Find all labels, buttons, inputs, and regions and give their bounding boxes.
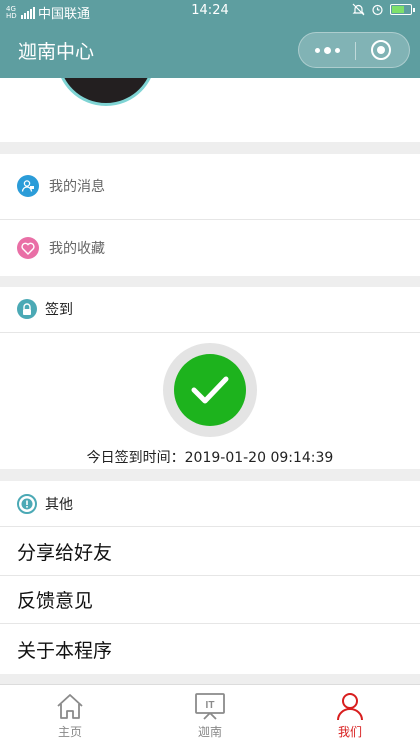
- link-share-label: 分享给好友: [17, 541, 113, 564]
- more-menu-button[interactable]: [299, 33, 355, 67]
- alarm-clock-icon: [372, 4, 383, 16]
- menu-item-favorites-label: 我的收藏: [49, 241, 105, 257]
- other-header: 其他: [0, 481, 420, 526]
- link-feedback-label: 反馈意见: [17, 590, 94, 612]
- mini-program-capsule: [298, 32, 410, 68]
- other-section: 其他 分享给好友 反馈意见 关于本程序: [0, 481, 420, 674]
- menu-item-favorites[interactable]: 我的收藏: [0, 220, 420, 276]
- heart-icon: [17, 237, 39, 259]
- tab-bar: 主页 IT 迦南 我们: [0, 684, 420, 747]
- mute-bell-icon: [352, 3, 365, 16]
- checkin-button-ring: [163, 343, 257, 437]
- link-feedback[interactable]: 反馈意见: [0, 576, 420, 623]
- close-mini-program-button[interactable]: [371, 40, 391, 60]
- lock-icon: [17, 299, 37, 319]
- navigation-bar: 迦南中心: [0, 22, 420, 78]
- link-share[interactable]: 分享给好友: [0, 527, 420, 575]
- link-about[interactable]: 关于本程序: [0, 624, 420, 674]
- menu-item-messages[interactable]: 我的消息: [0, 154, 420, 218]
- tab-home-label: 主页: [57, 725, 82, 739]
- checkmark-icon: [191, 376, 229, 404]
- status-bar: 4G HD 中国联通 14:24: [0, 0, 420, 22]
- personal-menu: 我的消息 我的收藏: [0, 154, 420, 276]
- capsule-divider: [355, 42, 356, 60]
- other-title: 其他: [45, 496, 73, 513]
- checkin-time-text: 今日签到时间：2019-01-20 09:14:39: [86, 450, 334, 466]
- tab-us[interactable]: 我们: [280, 685, 420, 747]
- page-title: 迦南中心: [18, 41, 95, 63]
- avatar[interactable]: [56, 78, 156, 106]
- it-monitor-icon: IT: [195, 693, 225, 720]
- info-icon: [17, 493, 37, 514]
- divider: [0, 332, 420, 333]
- tab-jianan-label: 迦南: [197, 725, 222, 739]
- tab-jianan[interactable]: IT 迦南: [140, 685, 280, 747]
- battery-icon: [390, 4, 415, 15]
- user-message-icon: [17, 175, 39, 197]
- tab-home[interactable]: 主页: [0, 685, 140, 747]
- checkin-button[interactable]: [174, 354, 246, 426]
- tab-us-label: 我们: [337, 725, 362, 739]
- svg-text:IT: IT: [206, 700, 215, 711]
- person-icon: [337, 693, 363, 721]
- checkin-title: 签到: [45, 302, 73, 318]
- checkin-header: 签到: [0, 287, 420, 331]
- menu-item-messages-label: 我的消息: [49, 179, 105, 195]
- status-right: [352, 3, 415, 16]
- home-icon: [57, 694, 83, 719]
- profile-header: [0, 78, 420, 142]
- link-about-label: 关于本程序: [17, 639, 113, 662]
